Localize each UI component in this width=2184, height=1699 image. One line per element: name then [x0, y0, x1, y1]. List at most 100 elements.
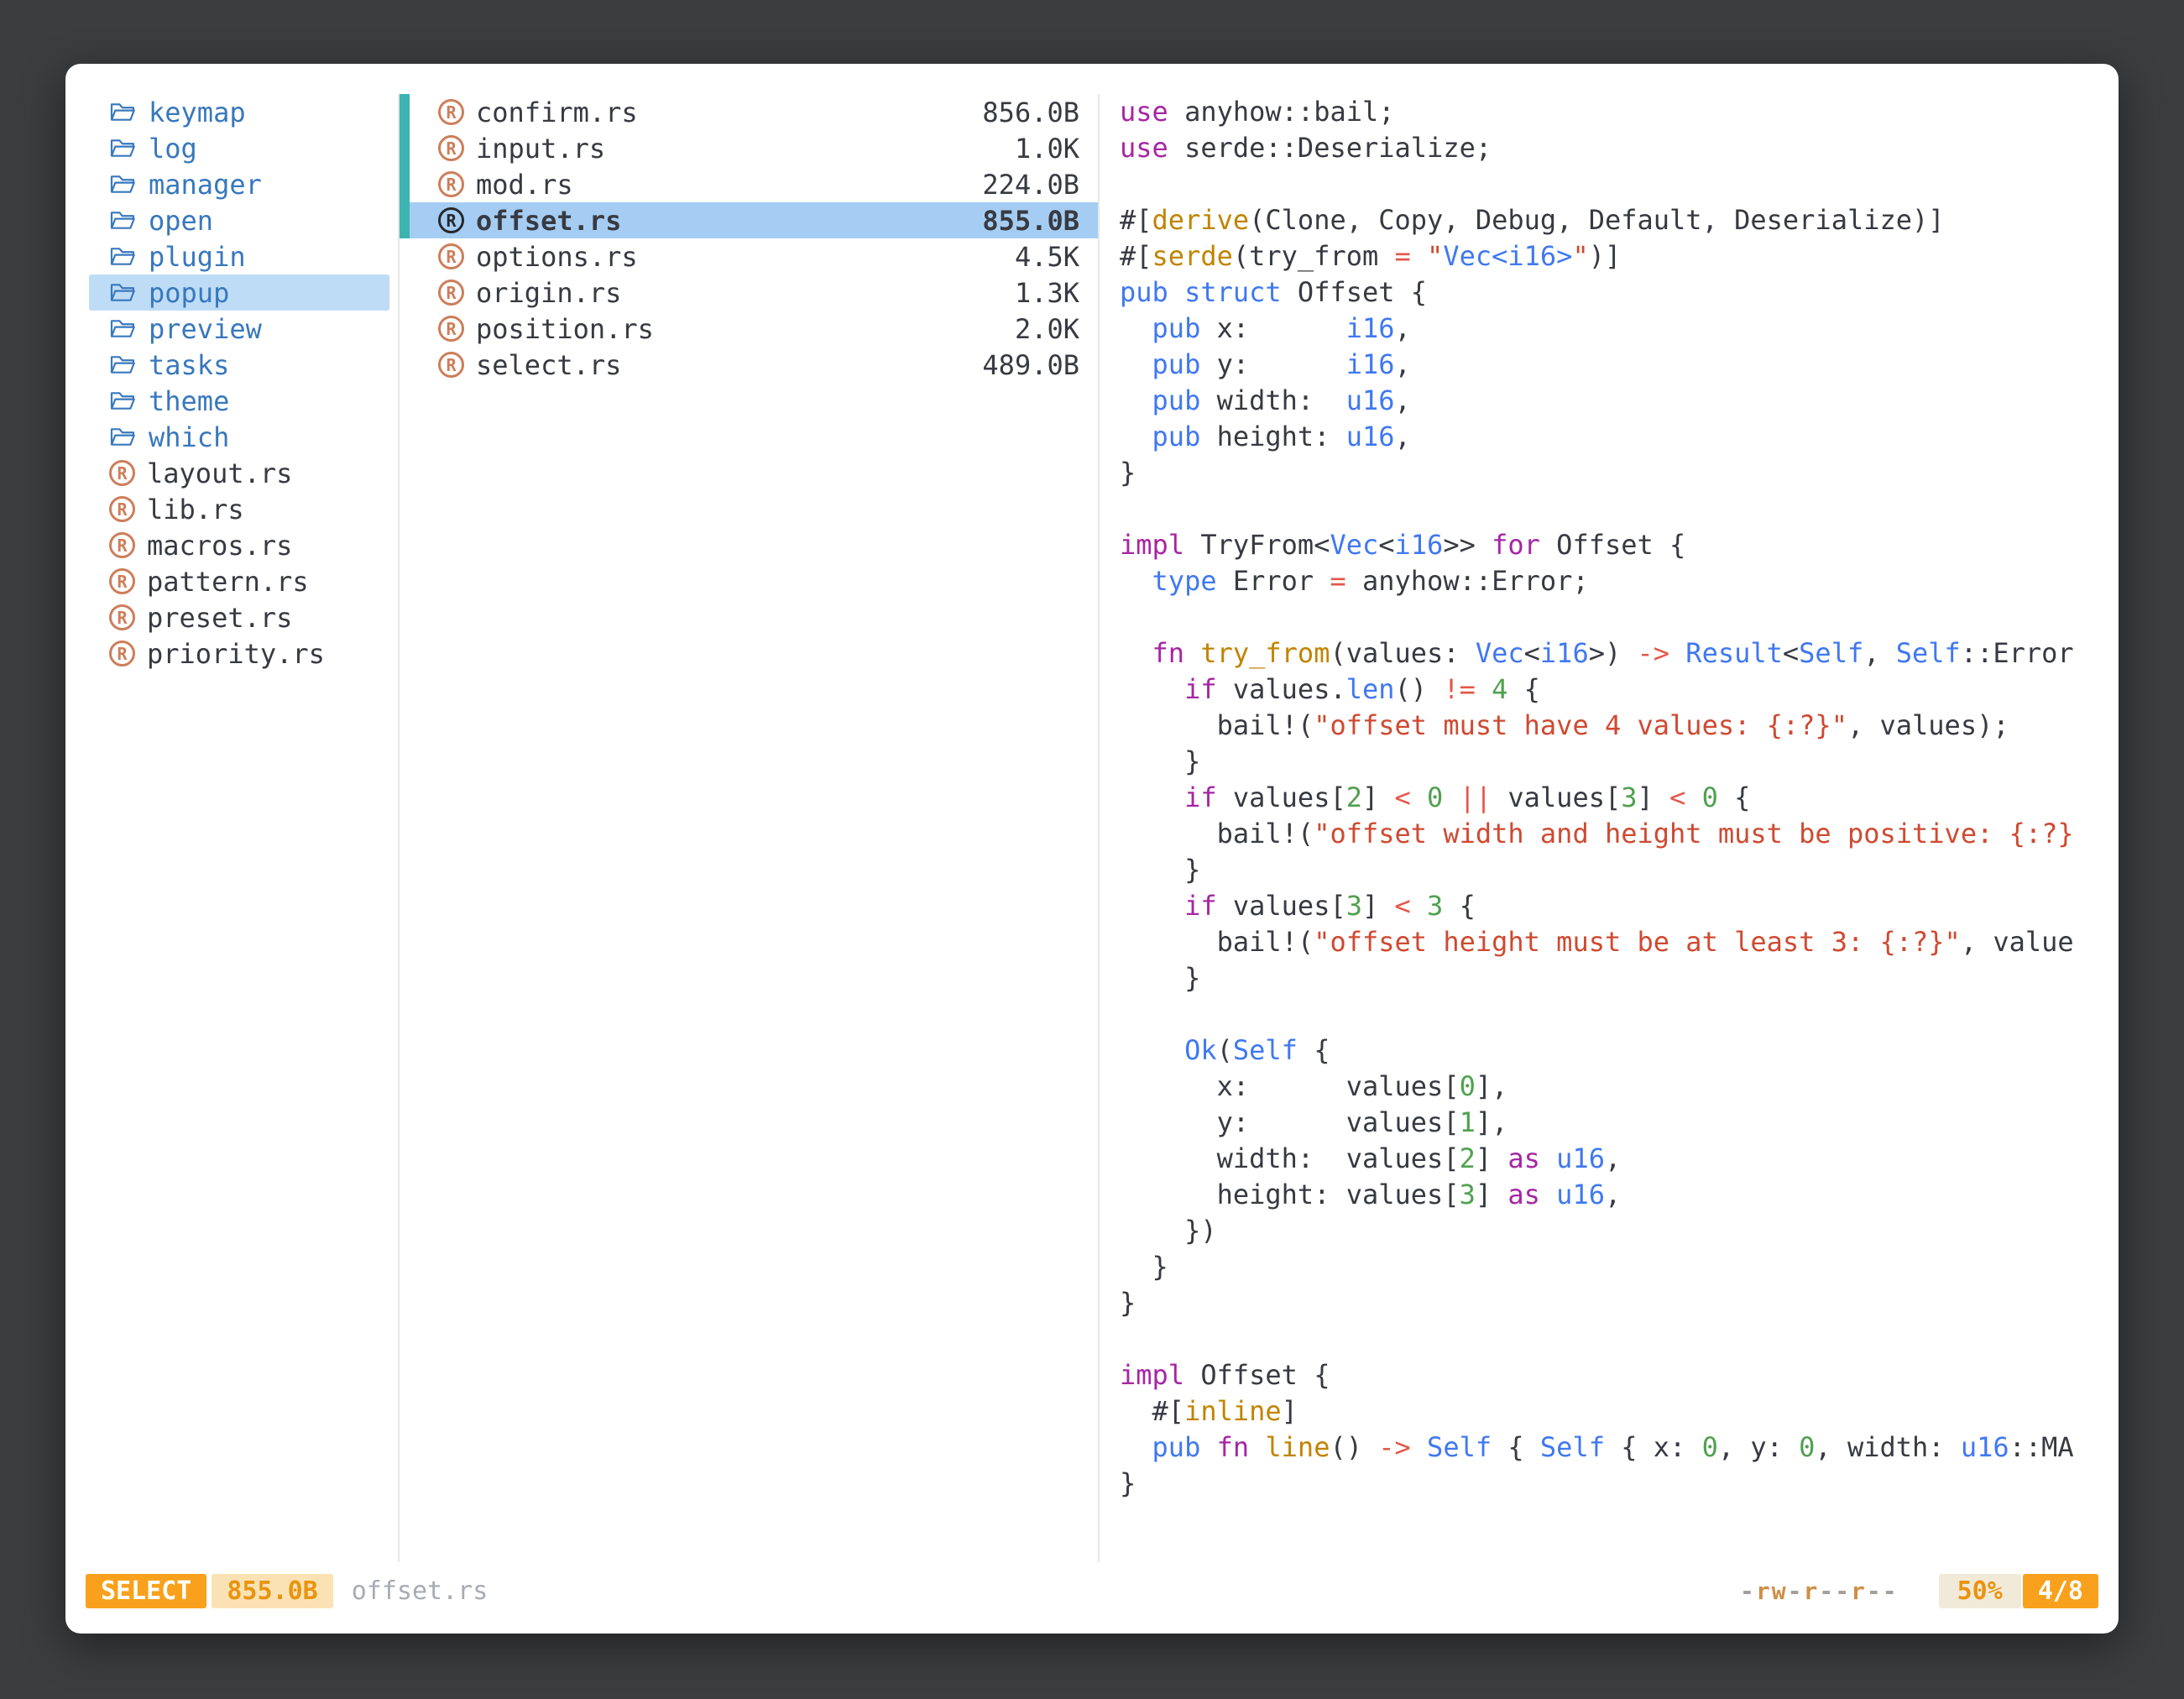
code-line: #[inline] — [1120, 1393, 2119, 1430]
code-line: pub fn line() -> Self { Self { x: 0, y: … — [1120, 1430, 2119, 1466]
rust-file-icon: R — [438, 171, 464, 197]
sidebar-item-preset-rs[interactable]: Rpreset.rs — [89, 599, 389, 635]
code-line: #[serde(try_from = "Vec<i16>")] — [1120, 238, 2119, 274]
code-line: }) — [1120, 1213, 2119, 1249]
rust-file-icon: R — [109, 460, 135, 486]
code-line: height: values[3] as u16, — [1120, 1177, 2119, 1213]
file-name: input.rs — [476, 133, 605, 165]
sidebar-item-priority-rs[interactable]: Rpriority.rs — [89, 635, 389, 672]
code-line: width: values[2] as u16, — [1120, 1141, 2119, 1177]
file-row-position-rs[interactable]: Rposition.rs2.0K — [400, 311, 1098, 347]
code-line — [1120, 996, 2119, 1032]
code-line: use anyhow::bail; — [1120, 94, 2119, 130]
file-row-select-rs[interactable]: Rselect.rs489.0B — [400, 347, 1098, 383]
rust-file-icon: R — [109, 496, 135, 522]
code-line: x: values[0], — [1120, 1069, 2119, 1105]
scrollbar[interactable] — [400, 94, 410, 238]
item-label: plugin — [149, 241, 246, 273]
item-label: open — [149, 205, 213, 237]
rust-file-icon: R — [109, 640, 135, 667]
file-row-options-rs[interactable]: Roptions.rs4.5K — [400, 238, 1098, 274]
folder-icon — [109, 353, 137, 376]
file-name: options.rs — [476, 241, 638, 273]
sidebar-item-manager[interactable]: manager — [89, 166, 389, 202]
rust-file-icon: R — [109, 568, 135, 594]
sidebar-item-which[interactable]: which — [89, 419, 389, 455]
code-line: y: values[1], — [1120, 1105, 2119, 1141]
code-line: impl TryFrom<Vec<i16>> for Offset { — [1120, 527, 2119, 563]
desktop-background: keymaplogmanager open plugin popuppreviewta… — [0, 0, 2184, 1699]
status-bar: SELECT 855.0B offset.rs -rw-r--r-- 50% 4… — [65, 1562, 2119, 1634]
item-label: keymap — [149, 97, 246, 128]
status-left: SELECT 855.0B offset.rs — [86, 1574, 488, 1608]
mode-badge: SELECT — [86, 1574, 206, 1608]
code-line: pub struct Offset { — [1120, 274, 2119, 311]
file-name: offset.rs — [476, 205, 621, 237]
file-row-origin-rs[interactable]: Rorigin.rs 1.3K — [400, 274, 1098, 311]
rust-file-icon: R — [438, 352, 464, 378]
file-size: 856.0B — [982, 97, 1079, 128]
code-line: impl Offset { — [1120, 1357, 2119, 1393]
file-permissions: -rw-r--r-- — [1740, 1577, 1899, 1605]
middle-pane-list: Rconfirm.rs856.0BRinput.rs1.0KRmod.rs224… — [400, 94, 1098, 383]
sidebar-item-tasks[interactable]: tasks — [89, 347, 389, 383]
file-manager-window: keymaplogmanager open plugin popuppreviewta… — [65, 64, 2119, 1634]
file-row-confirm-rs[interactable]: Rconfirm.rs856.0B — [400, 94, 1098, 130]
rust-file-icon: R — [438, 243, 464, 269]
sidebar-item-popup[interactable]: popup — [89, 274, 389, 311]
file-size: 1.3K — [1015, 277, 1079, 309]
item-label: manager — [149, 169, 262, 201]
item-label: macros.rs — [147, 530, 292, 562]
item-label: layout.rs — [147, 457, 292, 489]
left-pane-list: keymaplogmanager open plugin popuppreviewta… — [65, 94, 398, 672]
preview-pane: use anyhow::bail;use serde::Deserialize;… — [1100, 94, 2119, 1562]
item-label: lib.rs — [147, 494, 244, 525]
code-line: bail!("offset width and height must be p… — [1120, 816, 2119, 852]
code-line: bail!("offset must have 4 values: {:?}",… — [1120, 708, 2119, 744]
file-size: 489.0B — [982, 349, 1079, 381]
status-filename: offset.rs — [352, 1576, 489, 1606]
sidebar-item-lib-rs[interactable]: Rlib.rs — [89, 491, 389, 527]
sidebar-item-theme[interactable]: theme — [89, 383, 389, 419]
file-size: 224.0B — [982, 169, 1079, 201]
file-row-mod-rs[interactable]: Rmod.rs 224.0B — [400, 166, 1098, 202]
folder-icon — [109, 137, 137, 159]
sidebar-item-open[interactable]: open — [89, 202, 389, 238]
current-pane: Rconfirm.rs856.0BRinput.rs1.0KRmod.rs224… — [398, 94, 1100, 1562]
code-line: } — [1120, 852, 2119, 888]
code-line: } — [1120, 744, 2119, 780]
file-row-input-rs[interactable]: Rinput.rs1.0K — [400, 130, 1098, 166]
item-label: theme — [149, 385, 229, 417]
file-name: origin.rs — [476, 277, 621, 309]
folder-icon — [109, 317, 137, 340]
rust-file-icon: R — [438, 135, 464, 161]
sidebar-item-keymap[interactable]: keymap — [89, 94, 389, 130]
sidebar-item-pattern-rs[interactable]: Rpattern.rs — [89, 563, 389, 599]
rust-file-icon: R — [438, 99, 464, 125]
sidebar-item-layout-rs[interactable]: Rlayout.rs — [89, 455, 389, 491]
code-line: pub y: i16, — [1120, 347, 2119, 383]
file-name: position.rs — [476, 313, 654, 345]
sidebar-item-macros-rs[interactable]: Rmacros.rs — [89, 527, 389, 563]
sidebar-item-preview[interactable]: preview — [89, 311, 389, 347]
file-row-offset-rs[interactable]: Roffset.rs855.0B — [400, 202, 1098, 238]
file-name: mod.rs — [476, 169, 573, 201]
folder-icon — [109, 209, 137, 232]
panes: keymaplogmanager open plugin popuppreviewta… — [65, 94, 2119, 1562]
file-size: 2.0K — [1015, 313, 1079, 345]
item-label: pattern.rs — [147, 566, 309, 598]
code-line — [1120, 491, 2119, 527]
code-line: Ok(Self { — [1120, 1032, 2119, 1069]
sidebar-item-log[interactable]: log — [89, 130, 389, 166]
code-line: type Error = anyhow::Error; — [1120, 563, 2119, 599]
folder-icon — [109, 101, 137, 123]
rust-file-icon: R — [438, 280, 464, 306]
folder-icon — [109, 389, 137, 412]
sidebar-item-plugin[interactable]: plugin — [89, 238, 389, 274]
item-label: popup — [149, 277, 229, 309]
rust-file-icon: R — [109, 604, 135, 630]
cursor-position-badge: 4/8 — [2023, 1574, 2098, 1608]
status-right: -rw-r--r-- 50% 4/8 — [1740, 1574, 2098, 1608]
item-label: tasks — [149, 349, 229, 381]
code-line: if values.len() != 4 { — [1120, 672, 2119, 708]
